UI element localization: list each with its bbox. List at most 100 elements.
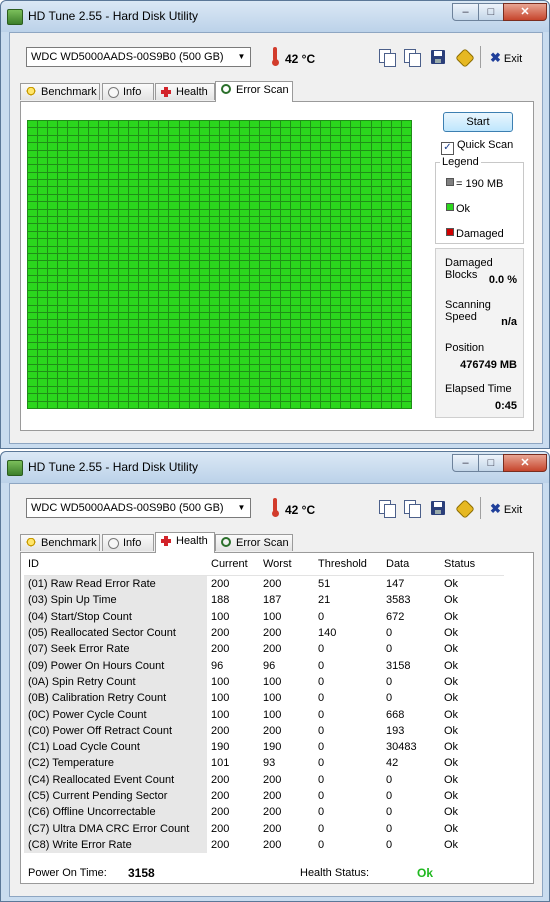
scan-block	[48, 386, 58, 394]
chevron-down-icon[interactable]: ▼	[235, 501, 248, 515]
scan-block	[300, 143, 310, 150]
tab-benchmark[interactable]: Benchmark	[20, 83, 100, 100]
scan-block	[321, 290, 331, 298]
scan-block	[118, 121, 129, 128]
scan-block	[300, 202, 310, 209]
table-row[interactable]: (C2) Temperature 101 93 0 42 Ok	[24, 755, 504, 772]
table-row[interactable]: (C6) Offline Uncorrectable 200 200 0 0 Ok	[24, 804, 504, 821]
tab-info[interactable]: Info	[102, 534, 154, 551]
table-row[interactable]: (04) Start/Stop Count 100 100 0 672 Ok	[24, 608, 504, 625]
title-bar[interactable]: HD Tune 2.55 - Hard Disk Utility – □ ✕	[1, 1, 549, 32]
scan-block	[199, 121, 209, 128]
scan-block	[331, 276, 341, 283]
options-icon[interactable]	[455, 48, 475, 68]
tab-benchmark[interactable]: Benchmark	[20, 534, 100, 551]
scan-block	[58, 394, 68, 401]
scan-block	[270, 320, 280, 327]
exit-button[interactable]: ✖ Exit	[490, 50, 522, 66]
table-row[interactable]: (0C) Power Cycle Count 100 100 0 668 Ok	[24, 706, 504, 723]
scan-block	[28, 276, 38, 283]
column-header-threshold[interactable]: Threshold	[314, 553, 382, 576]
scan-block	[290, 283, 300, 290]
maximize-button[interactable]: □	[478, 454, 504, 472]
close-button[interactable]: ✕	[503, 3, 547, 21]
scan-block	[310, 386, 321, 394]
scan-block	[38, 180, 48, 187]
table-row[interactable]: (C8) Write Error Rate 200 200 0 0 Ok	[24, 836, 504, 854]
save-icon[interactable]	[429, 48, 447, 66]
table-row[interactable]: (C7) Ultra DMA CRC Error Count 200 200 0 0 Ok	[24, 820, 504, 837]
scan-block	[199, 372, 209, 379]
table-row[interactable]: (01) Raw Read Error Rate 200 200 51 147 Ok	[24, 575, 504, 593]
table-row[interactable]: (C1) Load Cycle Count 190 190 0 30483 Ok	[24, 738, 504, 756]
column-header-id[interactable]: ID	[24, 553, 207, 576]
maximize-button[interactable]: □	[478, 3, 504, 21]
threshold-cell: 0	[318, 757, 325, 770]
tab-error-scan[interactable]: Error Scan	[215, 81, 293, 102]
scan-block	[108, 239, 118, 246]
tab-health[interactable]: Health	[155, 83, 215, 100]
save-icon[interactable]	[429, 499, 447, 517]
table-row[interactable]: (C4) Reallocated Event Count 200 200 0 0 Ok	[24, 771, 504, 788]
column-header-current[interactable]: Current	[207, 553, 259, 576]
exit-button[interactable]: ✖ Exit	[490, 501, 522, 517]
chevron-down-icon[interactable]: ▼	[235, 50, 248, 64]
scan-block	[341, 268, 351, 276]
table-row[interactable]: (C5) Current Pending Sector 200 200 0 0 Ok	[24, 787, 504, 805]
legend-item-ok: Ok	[446, 203, 470, 215]
bulb-icon	[26, 538, 36, 548]
table-row[interactable]: (0B) Calibration Retry Count 100 100 0 0 Ok	[24, 690, 504, 707]
minimize-button[interactable]: –	[452, 454, 479, 472]
scan-block	[310, 320, 321, 327]
scan-block	[108, 150, 118, 157]
table-row[interactable]: (C0) Power Off Retract Count 200 200 0 193 Ok	[24, 722, 504, 739]
scan-block	[361, 298, 371, 305]
table-row[interactable]: (07) Seek Error Rate 200 200 0 0 Ok	[24, 641, 504, 658]
scan-block	[169, 379, 179, 386]
scan-block	[280, 401, 290, 408]
drive-select[interactable]: WDC WD5000AADS-00S9B0 (500 GB) ▼	[26, 498, 251, 518]
copy-screenshot-icon[interactable]	[403, 499, 421, 518]
start-button[interactable]: Start	[443, 112, 513, 132]
scan-block	[401, 239, 411, 246]
scan-block	[391, 165, 401, 172]
tab-health[interactable]: Health	[155, 532, 215, 553]
scan-block	[189, 305, 199, 312]
column-header-worst[interactable]: Worst	[259, 553, 314, 576]
minimize-button[interactable]: –	[452, 3, 479, 21]
scan-block	[361, 335, 371, 342]
table-row[interactable]: (0A) Spin Retry Count 100 100 0 0 Ok	[24, 673, 504, 691]
copy-screenshot-icon[interactable]	[403, 48, 421, 67]
scan-block	[300, 231, 310, 239]
scan-block	[250, 172, 260, 180]
quick-scan-checkbox[interactable]: ✓ Quick Scan	[441, 139, 513, 155]
scan-block	[401, 357, 411, 364]
copy-text-icon[interactable]	[378, 499, 396, 518]
scan-block	[219, 261, 230, 268]
scan-block	[341, 313, 351, 320]
scan-block	[139, 172, 149, 180]
scan-block	[321, 298, 331, 305]
scan-block	[139, 253, 149, 261]
scan-block	[331, 209, 341, 216]
scan-block	[321, 364, 331, 372]
options-icon[interactable]	[455, 499, 475, 519]
scan-block	[341, 379, 351, 386]
table-row[interactable]: (05) Reallocated Sector Count 200 200 140 0 O…	[24, 624, 504, 642]
column-header-data[interactable]: Data	[382, 553, 440, 576]
close-button[interactable]: ✕	[503, 454, 547, 472]
title-bar[interactable]: HD Tune 2.55 - Hard Disk Utility – □ ✕	[1, 452, 549, 483]
scan-block	[68, 253, 78, 261]
worst-cell: 96	[263, 659, 276, 672]
table-row[interactable]: (09) Power On Hours Count 96 96 0 3158 Ok	[24, 657, 504, 674]
scan-block	[98, 327, 108, 335]
scan-block	[310, 364, 321, 372]
copy-text-icon[interactable]	[378, 48, 396, 67]
tab-error-scan[interactable]: Error Scan	[215, 534, 293, 551]
scan-block	[260, 157, 270, 165]
column-header-status[interactable]: Status	[440, 553, 504, 576]
table-row[interactable]: (03) Spin Up Time 188 187 21 3583 Ok	[24, 592, 504, 609]
tab-info[interactable]: Info	[102, 83, 154, 100]
scan-block	[68, 335, 78, 342]
drive-select[interactable]: WDC WD5000AADS-00S9B0 (500 GB) ▼	[26, 47, 251, 67]
